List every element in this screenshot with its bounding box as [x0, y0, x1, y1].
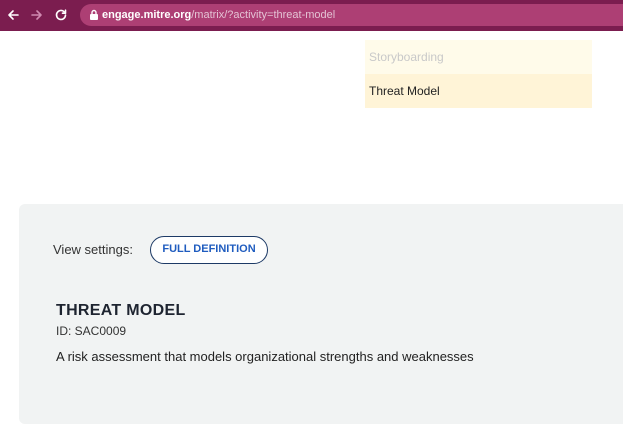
forward-button[interactable] [28, 6, 46, 24]
activity-title: THREAT MODEL [56, 302, 186, 319]
full-definition-button[interactable]: FULL DEFINITION [150, 236, 268, 264]
address-bar[interactable]: engage.mitre.org/matrix/?activity=threat… [80, 4, 623, 26]
activity-id: ID: SAC0009 [56, 324, 127, 338]
back-button[interactable] [4, 6, 22, 24]
dropdown-item-storyboarding[interactable]: Storyboarding [365, 40, 592, 74]
reload-icon [55, 9, 67, 21]
activity-description: A risk assessment that models organizati… [56, 349, 474, 364]
lock-icon [90, 9, 98, 20]
url-host: engage.mitre.org [102, 9, 192, 21]
forward-arrow-icon [31, 10, 42, 20]
back-arrow-icon [8, 10, 19, 20]
view-settings-label: View settings: [53, 242, 133, 257]
browser-toolbar: engage.mitre.org/matrix/?activity=threat… [0, 0, 623, 31]
dropdown-item-threat-model[interactable]: Threat Model [365, 74, 592, 108]
reload-button[interactable] [52, 6, 70, 24]
url-path: /matrix/?activity=threat-model [191, 9, 336, 21]
address-text: engage.mitre.org/matrix/?activity=threat… [102, 8, 335, 22]
